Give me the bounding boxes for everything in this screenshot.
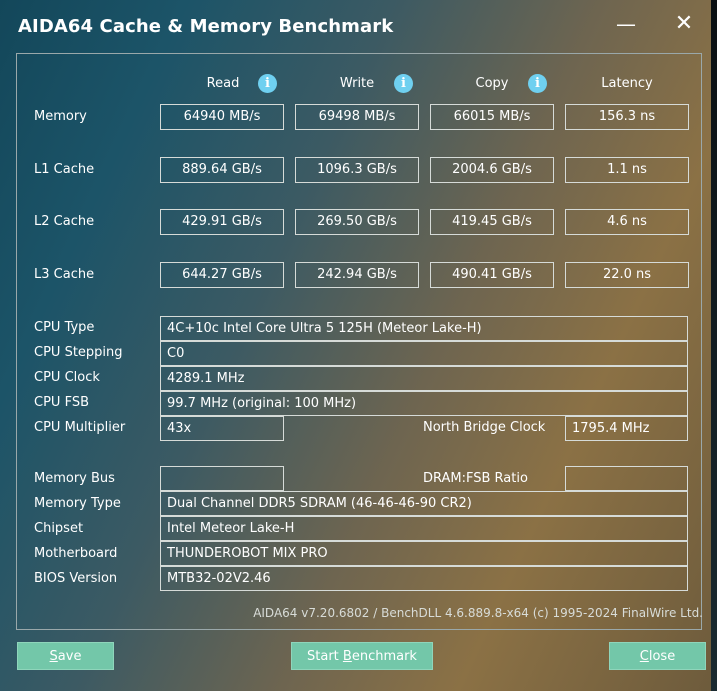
close-button[interactable]: Close (609, 642, 706, 670)
l1-read-value: 889.64 GB/s (160, 157, 284, 183)
memory-bus-label: Memory Bus (34, 471, 115, 486)
bios-value: MTB32-02V2.46 (160, 566, 688, 591)
cpu-multiplier-value: 43x (160, 416, 284, 441)
save-label-rest: ave (57, 649, 82, 664)
dram-ratio-value (565, 466, 688, 491)
row-label-memory: Memory (34, 109, 87, 124)
cpu-type-label: CPU Type (34, 320, 95, 335)
read-info-icon[interactable]: i (258, 74, 277, 93)
window-edge (711, 0, 717, 691)
nb-clock-value: 1795.4 MHz (565, 416, 688, 441)
chipset-value: Intel Meteor Lake-H (160, 516, 688, 541)
memory-read-value: 64940 MB/s (160, 104, 284, 130)
memory-type-label: Memory Type (34, 496, 121, 511)
version-footer: AIDA64 v7.20.6802 / BenchDLL 4.6.889.8-x… (253, 606, 703, 620)
memory-write-value: 69498 MB/s (295, 104, 419, 130)
l1-write-value: 1096.3 GB/s (295, 157, 419, 183)
cpu-clock-value: 4289.1 MHz (160, 366, 688, 391)
memory-latency-value: 156.3 ns (565, 104, 689, 130)
start-benchmark-button[interactable]: Start Benchmark (291, 642, 433, 670)
l2-write-value: 269.50 GB/s (295, 209, 419, 235)
cpu-fsb-value: 99.7 MHz (original: 100 MHz) (160, 391, 688, 416)
l3-latency-value: 22.0 ns (565, 262, 689, 288)
window-title: AIDA64 Cache & Memory Benchmark (18, 16, 394, 37)
dram-ratio-label: DRAM:FSB Ratio (423, 471, 528, 486)
cpu-multiplier-label: CPU Multiplier (34, 420, 126, 435)
save-accel: S (49, 649, 58, 664)
header-latency: Latency (601, 76, 653, 91)
l2-read-value: 429.91 GB/s (160, 209, 284, 235)
cpu-clock-label: CPU Clock (34, 370, 100, 385)
chipset-label: Chipset (34, 521, 84, 536)
row-label-l3: L3 Cache (34, 267, 95, 282)
close-accel: C (639, 649, 649, 664)
minimize-button[interactable]: — (606, 8, 646, 40)
start-accel: B (342, 649, 352, 664)
l2-latency-value: 4.6 ns (565, 209, 689, 235)
close-window-button[interactable]: ✕ (664, 8, 704, 40)
write-info-icon[interactable]: i (394, 74, 413, 93)
l3-read-value: 644.27 GB/s (160, 262, 284, 288)
copy-info-icon[interactable]: i (528, 74, 547, 93)
start-label-pre: Start (307, 649, 343, 664)
nb-clock-label: North Bridge Clock (423, 420, 546, 435)
memory-bus-value (160, 466, 284, 491)
start-label-rest: enchmark (351, 649, 417, 664)
l3-write-value: 242.94 GB/s (295, 262, 419, 288)
memory-copy-value: 66015 MB/s (430, 104, 554, 130)
row-label-l1: L1 Cache (34, 162, 95, 177)
close-label-rest: lose (648, 649, 676, 664)
l1-copy-value: 2004.6 GB/s (430, 157, 554, 183)
motherboard-value: THUNDEROBOT MIX PRO (160, 541, 688, 566)
cpu-fsb-label: CPU FSB (34, 395, 89, 410)
row-label-l2: L2 Cache (34, 214, 95, 229)
l3-copy-value: 490.41 GB/s (430, 262, 554, 288)
bios-label: BIOS Version (34, 571, 118, 586)
l1-latency-value: 1.1 ns (565, 157, 689, 183)
save-button[interactable]: Save (17, 642, 114, 670)
motherboard-label: Motherboard (34, 546, 118, 561)
cpu-stepping-value: C0 (160, 341, 688, 366)
cpu-stepping-label: CPU Stepping (34, 345, 123, 360)
memory-type-value: Dual Channel DDR5 SDRAM (46-46-46-90 CR2… (160, 491, 688, 516)
benchmark-window: AIDA64 Cache & Memory Benchmark — ✕ Read… (0, 0, 717, 691)
l2-copy-value: 419.45 GB/s (430, 209, 554, 235)
cpu-type-value: 4C+10c Intel Core Ultra 5 125H (Meteor L… (160, 316, 688, 341)
